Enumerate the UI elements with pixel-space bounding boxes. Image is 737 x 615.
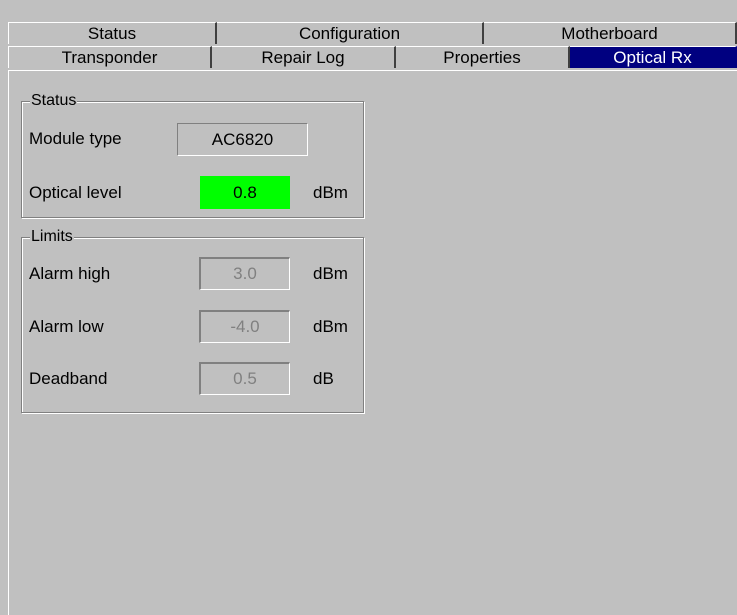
- status-group-title: Status: [30, 91, 78, 111]
- optical-rx-dialog: Status Configuration Motherboard Transpo…: [0, 0, 737, 615]
- alarm-high-field[interactable]: 3.0: [199, 257, 290, 290]
- tab-transponder[interactable]: Transponder: [8, 46, 212, 68]
- tab-row-bottom: Transponder Repair Log Properties Optica…: [8, 46, 737, 68]
- alarm-high-unit: dBm: [313, 264, 348, 283]
- alarm-low-unit: dBm: [313, 317, 348, 336]
- tab-optical-rx[interactable]: Optical Rx: [570, 46, 737, 68]
- optical-level-label: Optical level: [29, 183, 122, 202]
- deadband-field[interactable]: 0.5: [199, 362, 290, 395]
- limits-group-title: Limits: [30, 227, 74, 247]
- optical-rx-page: Status Module type AC6820 Optical level …: [8, 70, 737, 615]
- optical-level-field: 0.8: [200, 176, 290, 209]
- tab-configuration[interactable]: Configuration: [217, 22, 484, 44]
- tab-properties[interactable]: Properties: [396, 46, 570, 68]
- tab-status[interactable]: Status: [8, 22, 217, 44]
- tab-motherboard[interactable]: Motherboard: [484, 22, 737, 44]
- alarm-low-label: Alarm low: [29, 317, 104, 336]
- alarm-high-label: Alarm high: [29, 264, 111, 283]
- tab-row-top: Status Configuration Motherboard: [8, 22, 737, 44]
- limits-groupbox: Limits Alarm high 3.0 dBm Alarm low -4.0…: [21, 227, 364, 413]
- module-type-field: AC6820: [177, 123, 308, 156]
- tab-repair-log[interactable]: Repair Log: [212, 46, 396, 68]
- optical-level-unit: dBm: [313, 183, 348, 202]
- deadband-unit: dB: [313, 369, 334, 388]
- deadband-label: Deadband: [29, 369, 108, 388]
- module-type-label: Module type: [29, 129, 122, 148]
- status-groupbox: Status Module type AC6820 Optical level …: [21, 91, 364, 218]
- alarm-low-field[interactable]: -4.0: [199, 310, 290, 343]
